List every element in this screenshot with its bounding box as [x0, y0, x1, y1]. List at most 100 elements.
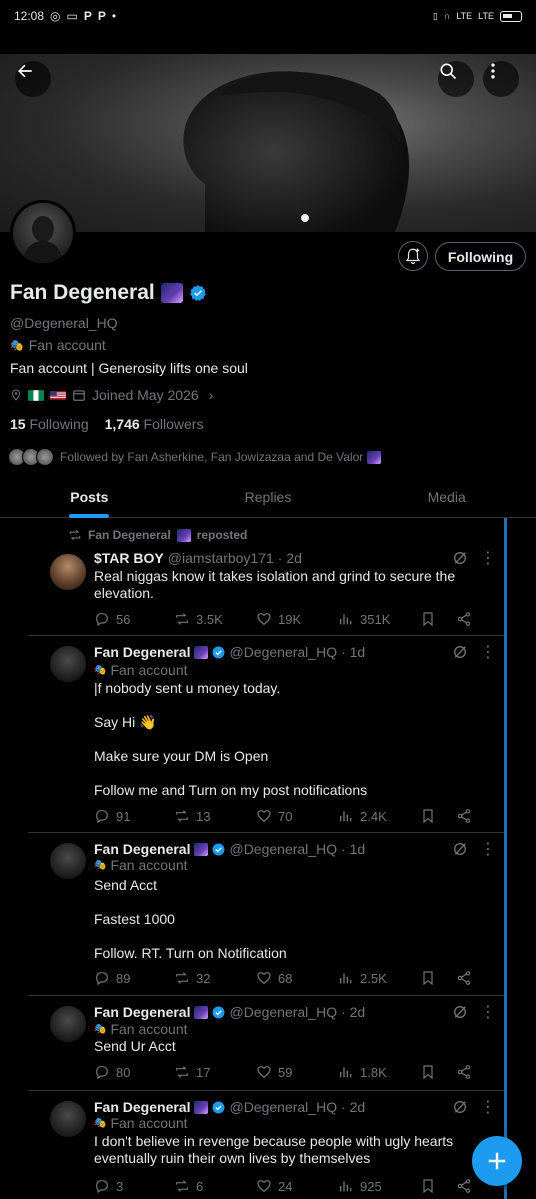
bookmark-button[interactable]	[420, 970, 436, 986]
grok-icon[interactable]	[452, 550, 468, 566]
share-icon	[457, 1179, 471, 1193]
views-button[interactable]: 925	[338, 1178, 382, 1194]
reply-icon	[96, 1180, 108, 1194]
post-avatar[interactable]	[50, 843, 86, 879]
replies-count: 89	[116, 970, 131, 986]
post-fan-text: Fan account	[110, 857, 188, 873]
reply-button[interactable]: 91	[94, 808, 130, 824]
post-avatar[interactable]	[50, 554, 86, 590]
repost-button[interactable]: 13	[174, 808, 210, 824]
dot-icon: •	[111, 9, 117, 23]
tab-media[interactable]: Media	[357, 478, 536, 517]
views-button[interactable]: 2.4K	[338, 808, 387, 824]
post-item[interactable]: Fan Degeneral @Degeneral_HQ · 1d 🎭 Fan ac…	[28, 636, 504, 833]
p-icon: P	[83, 9, 92, 23]
follower-avatar	[36, 448, 54, 466]
post-handle: @Degeneral_HQ	[229, 644, 338, 660]
like-button[interactable]: 68	[256, 970, 292, 986]
like-button[interactable]: 19K	[256, 611, 301, 627]
views-count: 351K	[360, 611, 391, 627]
post-author[interactable]: Fan Degeneral	[94, 841, 190, 857]
post-handle: @Degeneral_HQ	[229, 841, 338, 857]
verified-badge-icon	[213, 1006, 225, 1018]
verified-badge-icon	[213, 843, 225, 855]
repost-icon	[176, 972, 188, 984]
post-more-icon[interactable]: ⋮	[480, 645, 496, 662]
grok-icon[interactable]	[452, 841, 468, 857]
bookmark-icon	[423, 612, 433, 627]
views-button[interactable]: 1.8K	[338, 1064, 387, 1080]
post-avatar[interactable]	[50, 1006, 86, 1042]
post-header: $TAR BOY @iamstarboy171 · 2d	[94, 550, 302, 566]
views-button[interactable]: 351K	[338, 611, 390, 627]
reply-button[interactable]: 56	[94, 611, 130, 627]
post-actions: 3 6 24 925	[94, 1178, 484, 1196]
share-button[interactable]	[456, 611, 472, 627]
joined-date: Joined May 2026	[92, 387, 199, 403]
bookmark-button[interactable]	[420, 1178, 436, 1194]
repost-button[interactable]: 3.5K	[174, 611, 223, 627]
followers-link[interactable]: 1,746 Followers	[105, 416, 204, 432]
bookmark-button[interactable]	[420, 611, 436, 627]
profile-avatar[interactable]	[10, 200, 76, 266]
post-author[interactable]: $TAR BOY	[94, 550, 164, 566]
status-bar: 12:08 ◎ ▭ P P • ▯ ∩ LTE LTE	[0, 0, 536, 32]
chevron-right-icon[interactable]: ›	[209, 387, 214, 403]
headphones-icon: ∩	[443, 11, 451, 21]
repost-icon	[176, 810, 188, 822]
post-item[interactable]: Fan Degeneral reposted $TAR BOY @iamstar…	[28, 518, 504, 636]
post-text: Send Acct Fastest 1000 Follow. RT. Turn …	[94, 877, 287, 961]
post-item[interactable]: Fan Degeneral @Degeneral_HQ · 2d 🎭 Fan ac…	[28, 1091, 504, 1199]
like-button[interactable]: 70	[256, 808, 292, 824]
profile-banner[interactable]	[0, 54, 536, 232]
compose-button[interactable]	[472, 1136, 522, 1186]
repost-button[interactable]: 17	[174, 1064, 210, 1080]
galaxy-emoji-icon	[194, 1100, 209, 1114]
share-button[interactable]	[456, 808, 472, 824]
grok-icon[interactable]	[452, 1004, 468, 1020]
reposts-count: 3.5K	[196, 611, 223, 627]
bookmark-button[interactable]	[420, 1064, 436, 1080]
reposts-count: 32	[196, 970, 211, 986]
post-author[interactable]: Fan Degeneral	[94, 644, 190, 660]
like-button[interactable]: 59	[256, 1064, 292, 1080]
share-button[interactable]	[456, 970, 472, 986]
share-button[interactable]	[456, 1064, 472, 1080]
post-more-icon[interactable]: ⋮	[480, 1100, 496, 1117]
following-link[interactable]: 15 Following	[10, 416, 89, 432]
network-label: LTE	[456, 11, 473, 21]
post-author[interactable]: Fan Degeneral	[94, 1099, 190, 1115]
like-button[interactable]: 24	[256, 1178, 292, 1194]
grok-icon[interactable]	[452, 644, 468, 660]
post-item[interactable]: Fan Degeneral @Degeneral_HQ · 2d 🎭 Fan ac…	[28, 996, 504, 1091]
heart-icon	[257, 613, 271, 626]
verified-badge-icon[interactable]	[189, 284, 207, 302]
post-more-icon[interactable]: ⋮	[480, 1005, 496, 1022]
repost-button[interactable]: 32	[174, 970, 210, 986]
tab-replies[interactable]: Replies	[179, 478, 358, 517]
search-button[interactable]	[438, 61, 474, 97]
likes-count: 68	[278, 970, 293, 986]
views-button[interactable]: 2.5K	[338, 970, 387, 986]
followed-by[interactable]: Followed by Fan Asherkine, Fan Jowizazaa…	[8, 448, 382, 466]
following-button[interactable]: Following	[435, 242, 526, 271]
post-author[interactable]: Fan Degeneral	[94, 1004, 190, 1020]
tab-posts[interactable]: Posts	[0, 478, 179, 517]
share-button[interactable]	[456, 1178, 472, 1194]
post-more-icon[interactable]: ⋮	[480, 842, 496, 859]
post-avatar[interactable]	[50, 646, 86, 682]
grok-icon[interactable]	[452, 1099, 468, 1115]
us-flag-icon	[50, 390, 66, 400]
post-more-icon[interactable]: ⋮	[480, 551, 496, 568]
repost-button[interactable]: 6	[174, 1178, 203, 1194]
back-button[interactable]	[15, 61, 51, 97]
reply-button[interactable]: 3	[94, 1178, 123, 1194]
more-options-button[interactable]	[483, 61, 519, 97]
reply-button[interactable]: 89	[94, 970, 130, 986]
bookmark-button[interactable]	[420, 808, 436, 824]
post-avatar[interactable]	[50, 1101, 86, 1137]
post-item[interactable]: Fan Degeneral @Degeneral_HQ · 1d 🎭 Fan ac…	[28, 833, 504, 996]
repost-icon	[176, 1180, 188, 1192]
notifications-button[interactable]	[398, 241, 428, 271]
reply-button[interactable]: 80	[94, 1064, 130, 1080]
